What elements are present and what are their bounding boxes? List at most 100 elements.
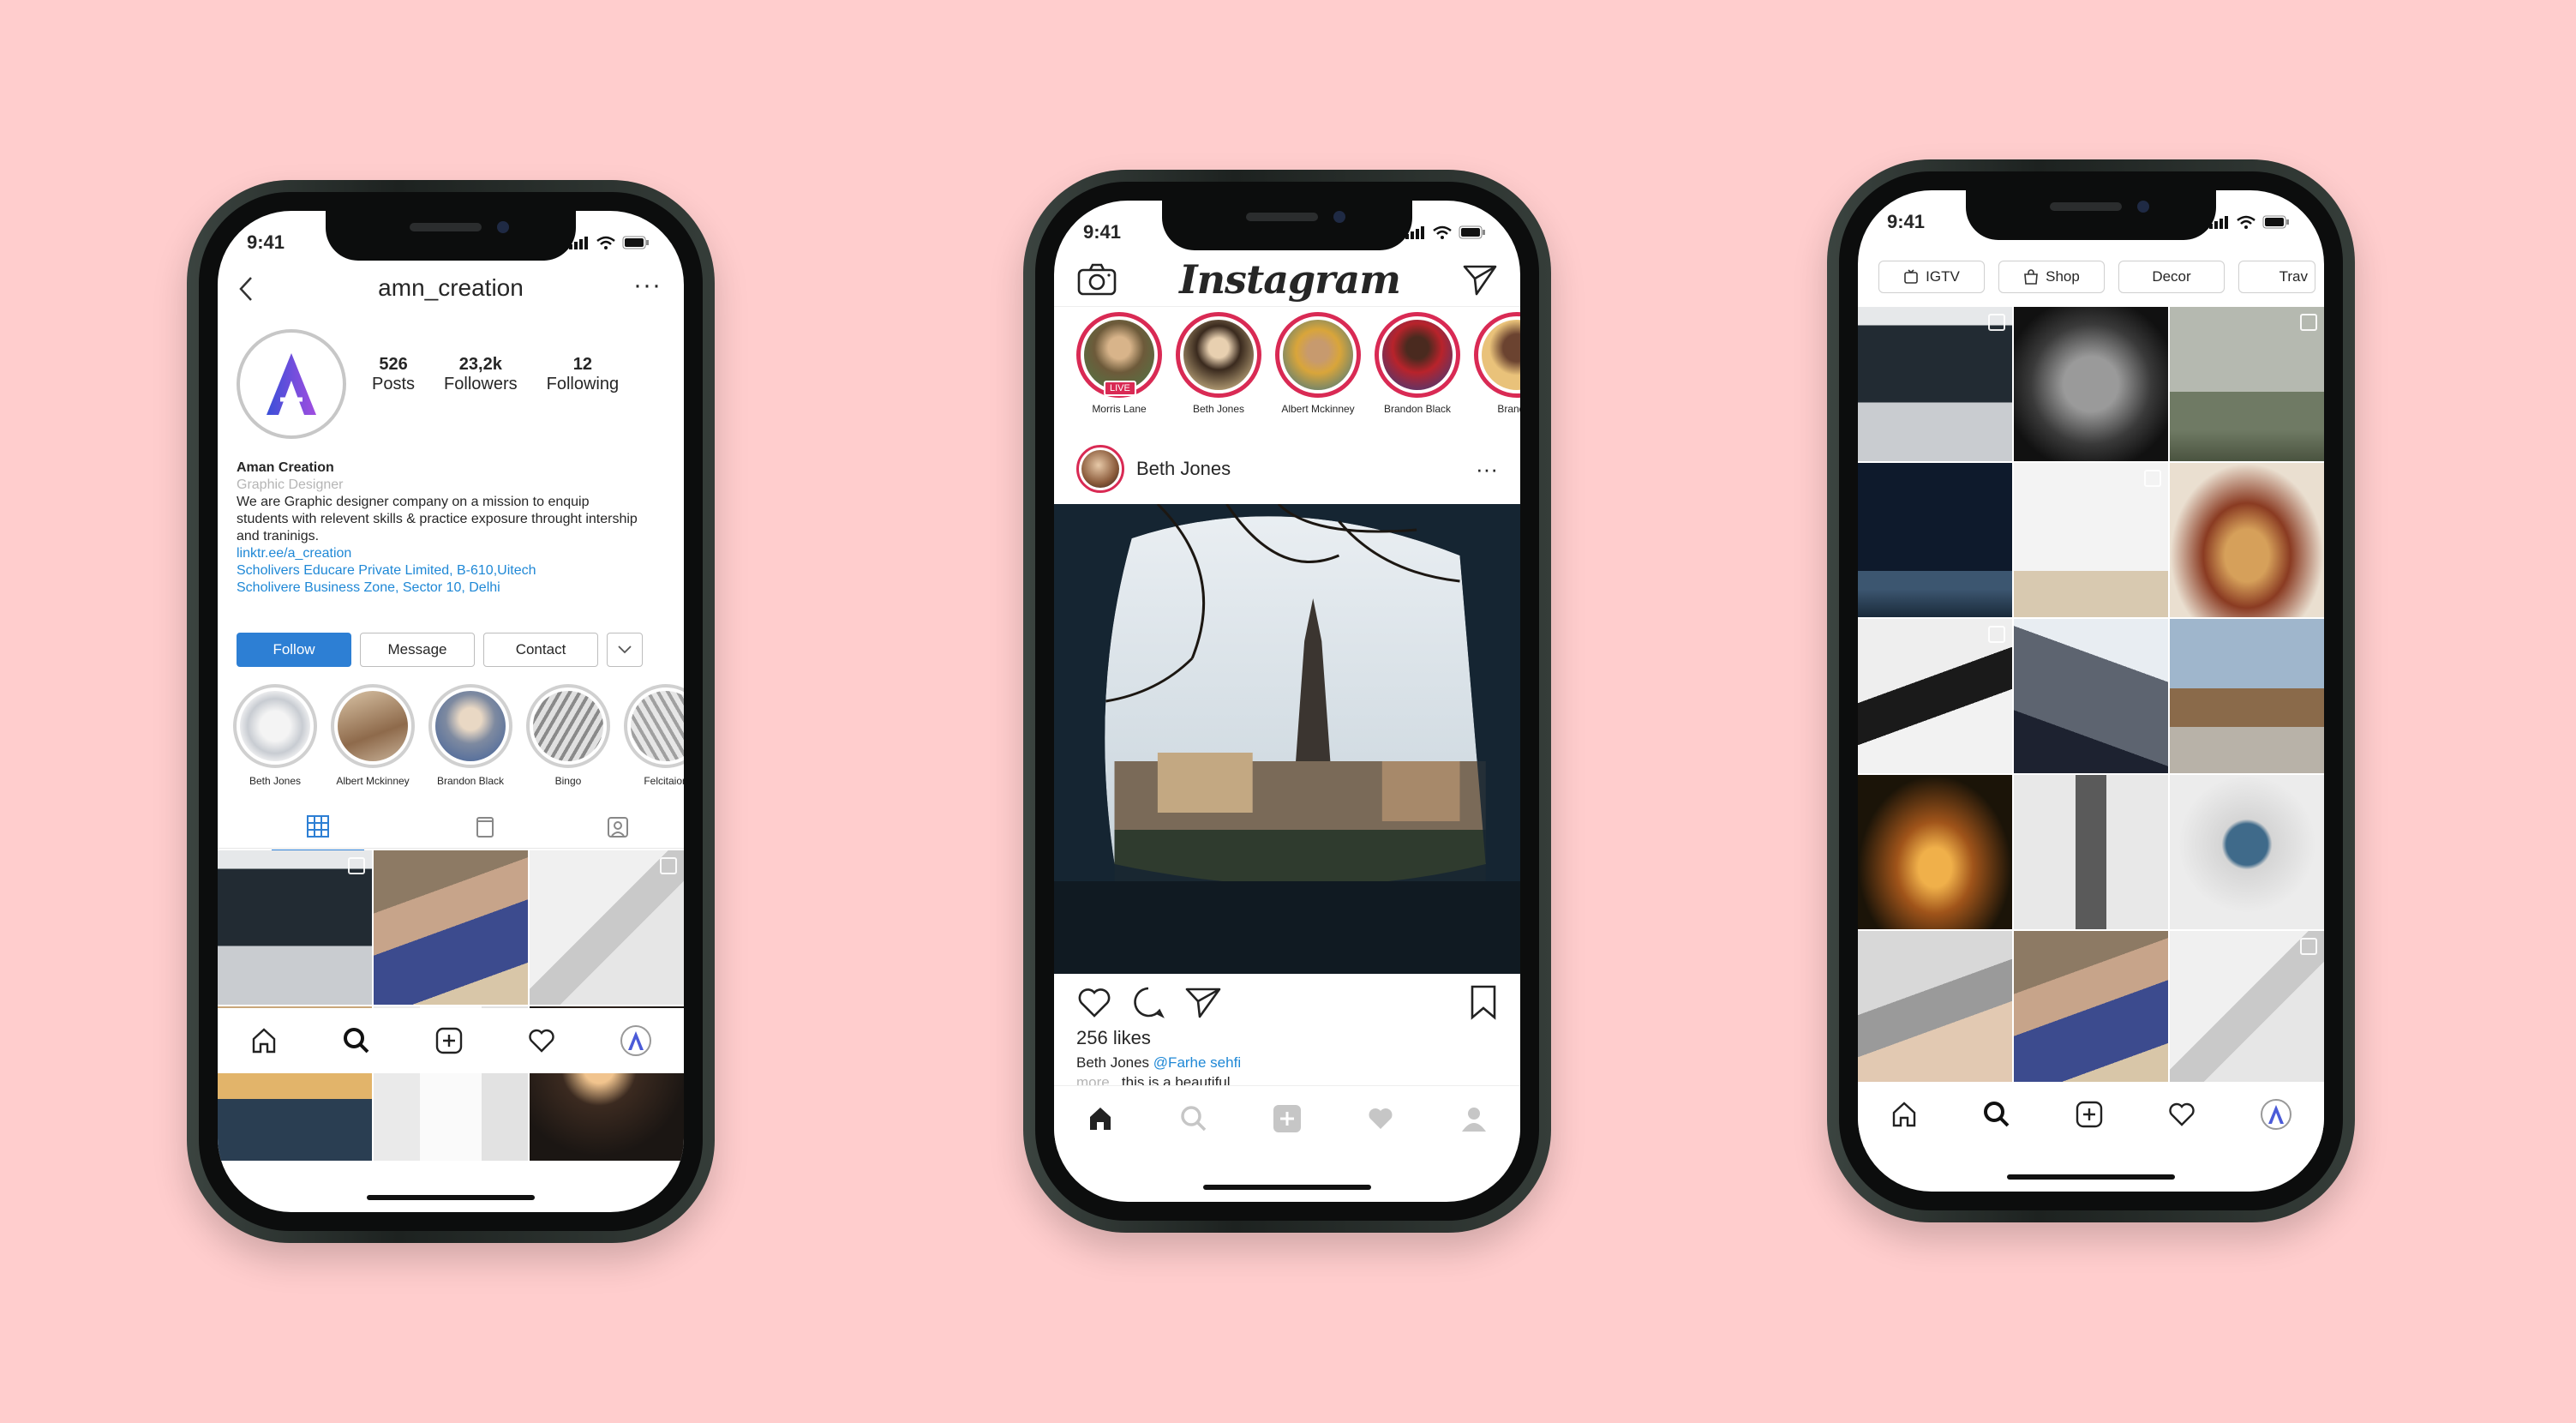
suggested-dropdown-button[interactable] [607, 633, 643, 667]
message-button[interactable]: Message [360, 633, 475, 667]
home-icon[interactable] [249, 1026, 279, 1055]
profile-icon[interactable] [1459, 1104, 1489, 1133]
explore-post[interactable] [1858, 931, 2012, 1085]
chip-travel[interactable]: Trav [2238, 261, 2315, 293]
profile-icon[interactable] [2260, 1098, 2292, 1131]
highlight-label: Felcitaion [644, 775, 684, 787]
home-indicator[interactable] [367, 1195, 535, 1200]
explore-post[interactable] [2014, 775, 2168, 929]
share-icon[interactable] [1184, 985, 1222, 1019]
wifi-icon [1433, 225, 1452, 239]
post-author-avatar[interactable] [1076, 445, 1124, 493]
profile-avatar[interactable] [237, 329, 346, 439]
phone-explore: 9:41 IGTV Shop Decor Trav [1827, 159, 2355, 1222]
explore-post[interactable] [2170, 619, 2324, 773]
highlight-item[interactable]: Bingo [526, 684, 610, 787]
explore-post[interactable] [2014, 619, 2168, 773]
grid-post[interactable] [218, 850, 372, 1005]
explore-grid [1858, 307, 2324, 1085]
contact-button[interactable]: Contact [483, 633, 598, 667]
status-time: 9:41 [247, 231, 285, 253]
add-post-icon[interactable] [1272, 1103, 1303, 1134]
post-author-name[interactable]: Beth Jones [1136, 458, 1464, 480]
bio-link[interactable]: linktr.ee/a_creation [237, 545, 639, 562]
bio-address-line2[interactable]: Scholivere Business Zone, Sector 10, Del… [237, 579, 639, 597]
highlight-item[interactable]: Brandon Black [428, 684, 512, 787]
explore-post[interactable] [2170, 931, 2324, 1085]
chip-label: IGTV [1926, 268, 1960, 285]
caption-mention[interactable]: @Farhe sehfi [1153, 1054, 1241, 1071]
highlight-label: Brandon Black [436, 775, 505, 787]
shop-bag-icon [2024, 269, 2039, 285]
post-more-button[interactable]: ··· [1476, 456, 1498, 483]
back-button[interactable] [238, 276, 254, 309]
chip-igtv[interactable]: IGTV [1878, 261, 1985, 293]
heart-icon[interactable] [1076, 985, 1112, 1019]
heart-icon[interactable] [527, 1026, 556, 1055]
more-options-button[interactable]: ··· [633, 271, 662, 300]
profile-tabs [218, 808, 684, 851]
chip-label: Decor [2152, 268, 2191, 285]
wifi-icon [2237, 215, 2255, 229]
stat-posts[interactable]: 526 Posts [372, 355, 415, 394]
search-icon[interactable] [1179, 1104, 1208, 1133]
profile-screen: 9:41 amn_creation ··· 526Posts 23,2kFo [218, 211, 684, 1212]
tab-igtv[interactable] [473, 815, 497, 844]
story-item[interactable]: LIVE Morris Lane [1076, 312, 1162, 415]
grid-post[interactable] [530, 850, 684, 1005]
explore-post[interactable] [1858, 619, 2012, 773]
story-item[interactable]: Brandon [1474, 312, 1520, 415]
profile-icon[interactable] [620, 1024, 652, 1057]
highlight-item[interactable]: Felcitaion [624, 684, 684, 787]
direct-message-icon[interactable] [1462, 262, 1498, 297]
bottom-nav [1054, 1085, 1520, 1150]
phone-profile: 9:41 amn_creation ··· 526Posts 23,2kFo [187, 180, 715, 1243]
tab-tagged[interactable] [606, 815, 630, 844]
comment-icon[interactable] [1131, 985, 1165, 1019]
highlight-label: Bingo [554, 775, 582, 787]
bio-address-line1[interactable]: Scholivers Educare Private Limited, B-61… [237, 562, 639, 579]
phone-bezel: 9:41 IGTV Shop Decor Trav [1839, 171, 2343, 1210]
story-item[interactable]: Brandon Black [1375, 312, 1460, 415]
add-post-icon[interactable] [434, 1026, 464, 1055]
multi-photo-icon [1988, 314, 2005, 331]
search-icon[interactable] [342, 1026, 371, 1055]
tab-grid[interactable] [272, 808, 365, 851]
chip-decor[interactable]: Decor [2118, 261, 2225, 293]
explore-post[interactable] [1858, 307, 2012, 461]
story-item[interactable]: Albert Mckinney [1275, 312, 1361, 415]
bookmark-icon[interactable] [1469, 984, 1498, 1020]
profile-actions: Follow Message Contact [237, 633, 643, 667]
highlight-item[interactable]: Albert Mckinney [331, 684, 415, 787]
add-post-icon[interactable] [2075, 1100, 2104, 1129]
multi-photo-icon [660, 857, 677, 874]
post-image[interactable] [1054, 502, 1520, 974]
explore-post[interactable] [2014, 307, 2168, 461]
chip-label: Trav [2279, 268, 2308, 285]
home-icon[interactable] [1890, 1100, 1919, 1129]
explore-post[interactable] [2170, 307, 2324, 461]
story-item[interactable]: Beth Jones [1176, 312, 1261, 415]
heart-icon[interactable] [1366, 1104, 1395, 1133]
explore-post[interactable] [1858, 463, 2012, 617]
heart-icon[interactable] [2167, 1100, 2196, 1129]
explore-post[interactable] [2170, 463, 2324, 617]
likes-count[interactable]: 256 likes [1076, 1027, 1151, 1049]
explore-post[interactable] [2170, 775, 2324, 929]
follow-button[interactable]: Follow [237, 633, 351, 667]
home-indicator[interactable] [1203, 1185, 1371, 1190]
search-icon[interactable] [1982, 1100, 2011, 1129]
home-indicator[interactable] [2007, 1174, 2175, 1180]
stat-followers[interactable]: 23,2k Followers [444, 355, 518, 394]
explore-post[interactable] [1858, 775, 2012, 929]
home-icon[interactable] [1086, 1104, 1115, 1133]
story-highlights: Beth Jones Albert Mckinney Brandon Black… [233, 684, 684, 787]
caption-author[interactable]: Beth Jones [1076, 1054, 1149, 1071]
stat-following[interactable]: 12 Following [547, 355, 619, 394]
chip-shop[interactable]: Shop [1998, 261, 2105, 293]
grid-post[interactable] [374, 850, 528, 1005]
explore-post[interactable] [2014, 931, 2168, 1085]
camera-icon[interactable] [1076, 262, 1117, 297]
highlight-item[interactable]: Beth Jones [233, 684, 317, 787]
explore-post[interactable] [2014, 463, 2168, 617]
